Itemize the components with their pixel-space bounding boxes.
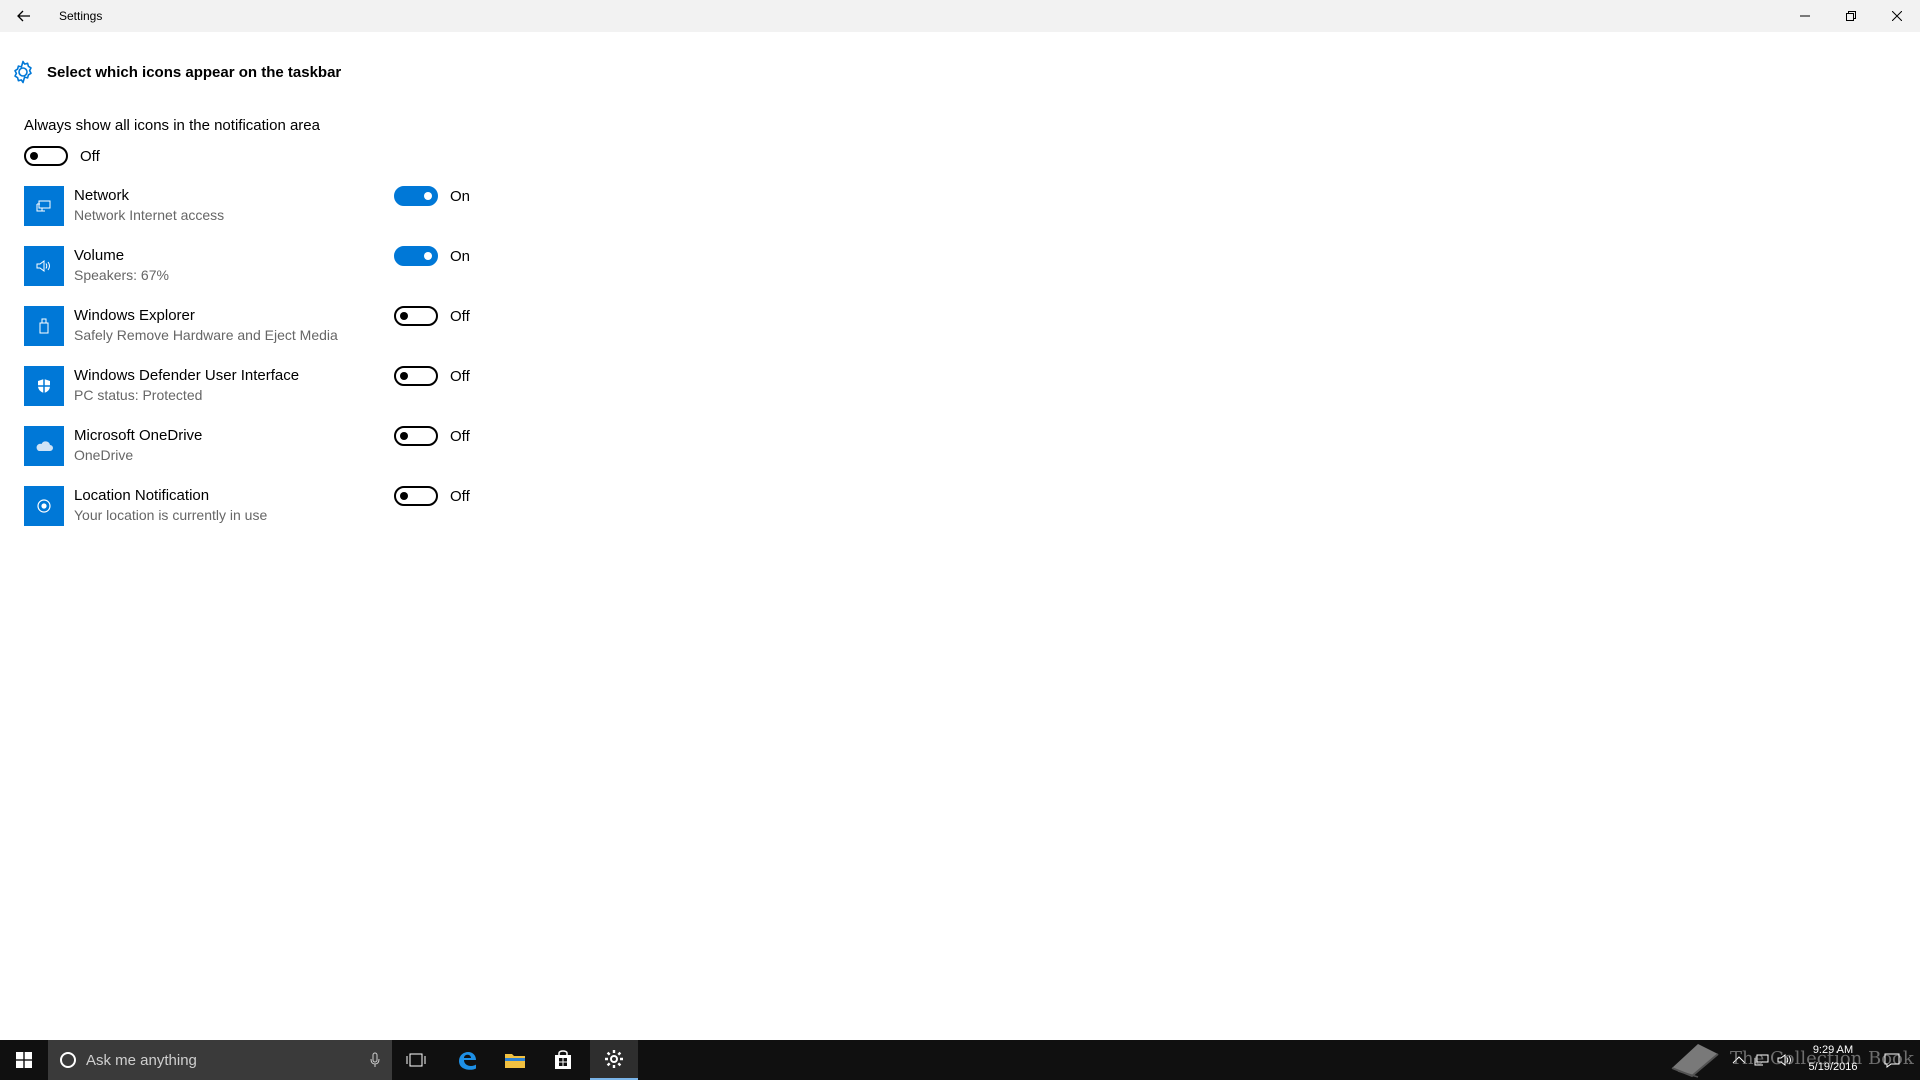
edge-icon: [459, 1052, 476, 1070]
taskbar-icon-list: Network Network Internet access On Volum…: [24, 186, 504, 546]
list-item-volume: Volume Speakers: 67% On: [24, 246, 504, 306]
toggle-knob: [30, 152, 38, 160]
toggle-state-label: On: [450, 187, 471, 205]
gear-icon: [14, 60, 32, 84]
list-item-onedrive: Microsoft OneDrive OneDrive Off: [24, 426, 504, 486]
network-icon: [36, 200, 51, 212]
minimize-button[interactable]: [1782, 0, 1828, 32]
network-switch: On: [394, 186, 470, 206]
back-arrow-icon: [17, 10, 30, 22]
clock-time: 9:29 AM: [1812, 1044, 1854, 1056]
store-icon: [555, 1050, 571, 1069]
volume-toggle[interactable]: [394, 246, 438, 266]
list-item-network: Network Network Internet access On: [24, 186, 504, 246]
toggle-state-label: Off: [450, 427, 470, 445]
volume-switch: On: [394, 246, 470, 266]
file-explorer-button[interactable]: [491, 1040, 539, 1080]
volume-tile: [24, 246, 64, 286]
book-icon: [1671, 1044, 1719, 1078]
toggle-state-label: Off: [450, 307, 470, 325]
window-title: Settings: [59, 9, 103, 23]
item-name: Network: [74, 187, 130, 204]
task-view-icon: [406, 1053, 426, 1067]
start-button[interactable]: [0, 1040, 48, 1080]
item-description: PC status: Protected: [74, 387, 203, 403]
item-name: Windows Defender User Interface: [74, 367, 300, 384]
always-show-setting: Off: [24, 146, 100, 166]
shield-icon: [38, 379, 50, 393]
cloud-icon: [36, 441, 53, 451]
windows-defender-toggle[interactable]: [394, 366, 438, 386]
toggle-state-label: Off: [80, 147, 100, 165]
onedrive-toggle[interactable]: [394, 426, 438, 446]
edge-button[interactable]: [443, 1040, 491, 1080]
microphone-icon[interactable]: [370, 1052, 380, 1068]
windows-defender-switch: Off: [394, 366, 470, 386]
store-button[interactable]: [539, 1040, 587, 1080]
toggle-knob: [400, 432, 408, 440]
toggle-knob: [424, 192, 432, 200]
settings-taskbar-button[interactable]: [590, 1040, 638, 1080]
toggle-knob: [400, 372, 408, 380]
windows-explorer-switch: Off: [394, 306, 470, 326]
restore-button[interactable]: [1828, 0, 1874, 32]
location-tile: [24, 486, 64, 526]
search-placeholder: Ask me anything: [86, 1051, 197, 1069]
toggle-knob: [424, 252, 432, 260]
restore-icon: [1846, 11, 1856, 21]
item-name: Volume: [74, 247, 125, 264]
folder-icon: [505, 1054, 525, 1068]
close-icon: [1892, 11, 1902, 21]
minimize-icon: [1800, 15, 1810, 17]
windows-explorer-tile: [24, 306, 64, 346]
clock-date: 5/19/2016: [1808, 1061, 1858, 1073]
toggle-knob: [400, 312, 408, 320]
location-toggle[interactable]: [394, 486, 438, 506]
location-icon: [37, 499, 51, 513]
location-switch: Off: [394, 486, 470, 506]
item-name: Windows Explorer: [74, 307, 195, 324]
list-item-windows-explorer: Windows Explorer Safely Remove Hardware …: [24, 306, 504, 366]
task-view-button[interactable]: [392, 1040, 440, 1080]
back-button[interactable]: [0, 0, 48, 32]
onedrive-tile: [24, 426, 64, 466]
network-tile: [24, 186, 64, 226]
list-item-windows-defender: Windows Defender User Interface PC statu…: [24, 366, 504, 426]
windows-defender-tile: [24, 366, 64, 406]
item-description: Safely Remove Hardware and Eject Media: [74, 327, 338, 343]
windows-logo-icon: [16, 1052, 32, 1068]
item-description: Network Internet access: [74, 207, 225, 223]
toggle-state-label: Off: [450, 487, 470, 505]
page-title: Select which icons appear on the taskbar: [47, 63, 342, 81]
action-center-button[interactable]: [1870, 1040, 1914, 1080]
close-button[interactable]: [1874, 0, 1920, 32]
gear-icon: [605, 1050, 623, 1068]
item-description: Speakers: 67%: [74, 267, 169, 283]
toggle-state-label: On: [450, 247, 471, 265]
always-show-label: Always show all icons in the notificatio…: [24, 117, 320, 134]
volume-icon: [36, 260, 50, 272]
page-header: Select which icons appear on the taskbar: [10, 60, 341, 84]
search-box[interactable]: Ask me anything: [48, 1040, 392, 1080]
list-item-location-notification: Location Notification Your location is c…: [24, 486, 504, 546]
toggle-state-label: Off: [450, 367, 470, 385]
cortana-icon: [60, 1052, 76, 1068]
windows-explorer-toggle[interactable]: [394, 306, 438, 326]
taskbar: Ask me anything: [0, 1040, 1920, 1080]
clock[interactable]: 9:29 AM 5/19/2016: [1790, 1042, 1876, 1076]
item-name: Microsoft OneDrive: [74, 427, 203, 444]
onedrive-switch: Off: [394, 426, 470, 446]
network-toggle[interactable]: [394, 186, 438, 206]
title-bar: Settings: [0, 0, 1920, 32]
toggle-knob: [400, 492, 408, 500]
item-description: Your location is currently in use: [74, 507, 268, 523]
always-show-toggle[interactable]: [24, 146, 68, 166]
item-name: Location Notification: [74, 487, 210, 504]
item-description: OneDrive: [74, 447, 134, 463]
usb-drive-icon: [39, 318, 49, 334]
notification-icon: [1884, 1053, 1900, 1068]
settings-window: Settings Select which icons appear on th…: [0, 0, 1920, 1040]
